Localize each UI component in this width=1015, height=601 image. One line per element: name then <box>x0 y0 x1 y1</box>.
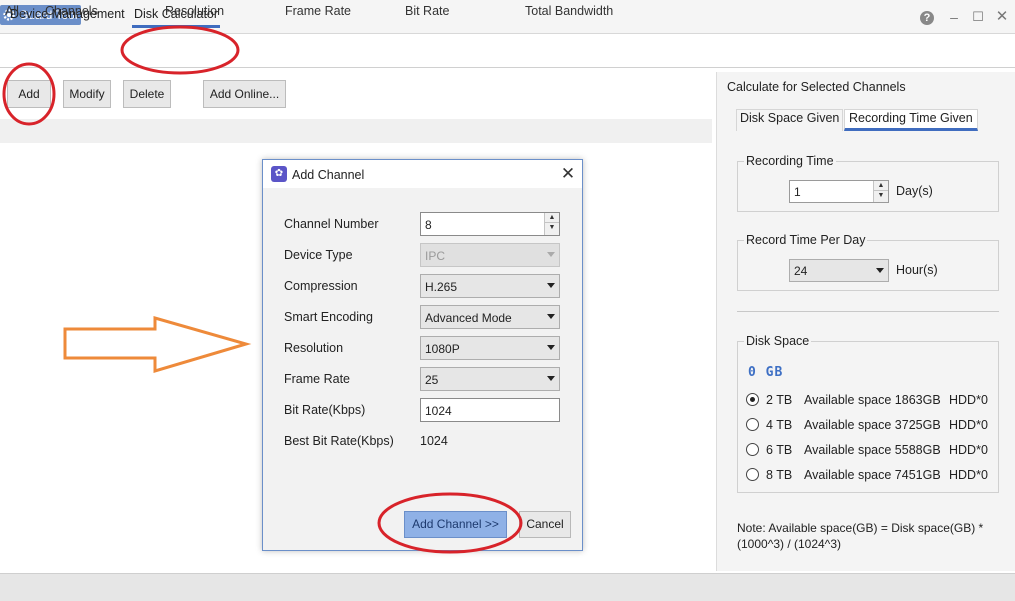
cancel-button[interactable]: Cancel <box>519 511 571 538</box>
spin-down-icon[interactable]: ▼ <box>545 223 559 233</box>
formula-note: Note: Available space(GB) = Disk space(G… <box>737 521 984 551</box>
channel-table-header <box>0 119 712 143</box>
chevron-down-icon <box>547 376 555 381</box>
close-button[interactable]: ✕ <box>993 8 1011 26</box>
disk-available: Available space 5588GB <box>804 443 941 457</box>
spinner-arrows[interactable]: ▲ ▼ <box>873 181 888 202</box>
frame-rate-label: Frame Rate <box>284 372 350 386</box>
column-header-channels[interactable]: Channels <box>45 4 98 18</box>
disk-hdd-count: HDD*0 <box>949 418 988 432</box>
device-type-label: Device Type <box>284 248 353 262</box>
spin-up-icon[interactable]: ▲ <box>874 181 888 191</box>
spin-down-icon[interactable]: ▼ <box>874 191 888 201</box>
disk-option-4tb[interactable]: 4 TB Available space 3725GB HDD*0 <box>746 416 994 434</box>
bit-rate-label: Bit Rate(Kbps) <box>284 403 366 417</box>
column-header-bit-rate[interactable]: Bit Rate <box>405 4 449 18</box>
resolution-select[interactable]: 1080P <box>420 336 560 360</box>
disk-available: Available space 3725GB <box>804 418 941 432</box>
maximize-button[interactable]: ☐ <box>969 8 987 26</box>
add-button[interactable]: Add <box>7 80 51 108</box>
channel-number-label: Channel Number <box>284 217 379 231</box>
disk-hdd-count: HDD*0 <box>949 393 988 407</box>
recording-time-spinner[interactable]: 1 ▲ ▼ <box>789 180 889 203</box>
disk-size: 6 TB <box>766 443 793 457</box>
smart-encoding-value: Advanced Mode <box>425 311 512 325</box>
disk-available: Available space 7451GB <box>804 468 941 482</box>
chevron-down-icon <box>547 314 555 319</box>
calculation-panel <box>716 72 1015 571</box>
help-icon: ? <box>920 11 934 25</box>
column-header-frame-rate[interactable]: Frame Rate <box>285 4 351 18</box>
device-type-value: IPC <box>425 249 446 263</box>
frame-rate-select[interactable]: 25 <box>420 367 560 391</box>
disk-size: 4 TB <box>766 418 793 432</box>
channel-number-value[interactable]: 8 <box>425 218 432 232</box>
smart-encoding-label: Smart Encoding <box>284 310 373 324</box>
best-bit-rate-label: Best Bit Rate(Kbps) <box>284 434 394 448</box>
chevron-down-icon <box>547 252 555 257</box>
add-channel-button[interactable]: Add Channel >> <box>404 511 507 538</box>
chevron-down-icon <box>547 283 555 288</box>
disk-option-6tb[interactable]: 6 TB Available space 5588GB HDD*0 <box>746 441 994 459</box>
disk-size: 8 TB <box>766 468 793 482</box>
resolution-value: 1080P <box>425 342 460 356</box>
resolution-label: Resolution <box>284 341 344 355</box>
minimize-button[interactable]: – <box>945 8 963 26</box>
disk-option-2tb[interactable]: 2 TB Available space 1863GB HDD*0 <box>746 391 994 409</box>
add-online-button[interactable]: Add Online... <box>203 80 286 108</box>
record-time-per-day-select[interactable]: 24 <box>789 259 889 282</box>
disk-hdd-count: HDD*0 <box>949 468 988 482</box>
radio-button[interactable] <box>746 418 759 431</box>
tab-disk-space-given[interactable]: Disk Space Given <box>736 109 844 131</box>
tab-recording-time-given[interactable]: Recording Time Given <box>844 109 978 131</box>
recording-time-value[interactable]: 1 <box>794 185 801 199</box>
record-time-per-day-unit: Hour(s) <box>896 263 938 277</box>
column-header-resolution[interactable]: Resolution <box>165 4 224 18</box>
disk-hdd-count: HDD*0 <box>949 443 988 457</box>
help-button[interactable]: ? <box>918 8 936 26</box>
disk-available: Available space 1863GB <box>804 393 941 407</box>
disk-space-total: 0 GB <box>748 365 784 380</box>
radio-button[interactable] <box>746 443 759 456</box>
disk-space-legend: Disk Space <box>744 334 812 348</box>
spinner-arrows[interactable]: ▲ ▼ <box>544 213 559 235</box>
dialog-close-icon[interactable]: ✕ <box>560 164 576 184</box>
device-type-select: IPC <box>420 243 560 267</box>
compression-label: Compression <box>284 279 358 293</box>
recording-time-legend: Recording Time <box>744 154 836 168</box>
status-bar <box>0 573 1015 601</box>
dialog-title: Add Channel <box>292 168 365 182</box>
radio-button[interactable] <box>746 468 759 481</box>
channel-number-spinner[interactable]: 8 ▲ ▼ <box>420 212 560 236</box>
delete-button[interactable]: Delete <box>123 80 171 108</box>
main-tab-bar <box>0 38 1015 68</box>
frame-rate-value: 25 <box>425 373 439 387</box>
recording-time-unit: Day(s) <box>896 184 933 198</box>
disk-size: 2 TB <box>766 393 793 407</box>
column-header-total-bandwidth[interactable]: Total Bandwidth <box>525 4 613 18</box>
spin-up-icon[interactable]: ▲ <box>545 213 559 223</box>
modify-button[interactable]: Modify <box>63 80 111 108</box>
best-bit-rate-value: 1024 <box>420 434 448 448</box>
bit-rate-value[interactable]: 1024 <box>425 404 452 418</box>
smart-encoding-select[interactable]: Advanced Mode <box>420 305 560 329</box>
column-header-all[interactable]: All <box>5 4 19 18</box>
calculation-panel-title: Calculate for Selected Channels <box>727 80 906 94</box>
bit-rate-input[interactable]: 1024 <box>420 398 560 422</box>
disk-option-8tb[interactable]: 8 TB Available space 7451GB HDD*0 <box>746 466 994 484</box>
record-time-per-day-legend: Record Time Per Day <box>744 233 868 247</box>
chevron-down-icon <box>547 345 555 350</box>
record-time-per-day-value: 24 <box>794 264 808 278</box>
arrow-annotation <box>63 316 252 374</box>
compression-select[interactable]: H.265 <box>420 274 560 298</box>
divider <box>737 311 999 312</box>
compression-value: H.265 <box>425 280 458 294</box>
app-gear-icon: ✿ <box>271 166 287 182</box>
chevron-down-icon <box>876 268 884 273</box>
radio-button[interactable] <box>746 393 759 406</box>
